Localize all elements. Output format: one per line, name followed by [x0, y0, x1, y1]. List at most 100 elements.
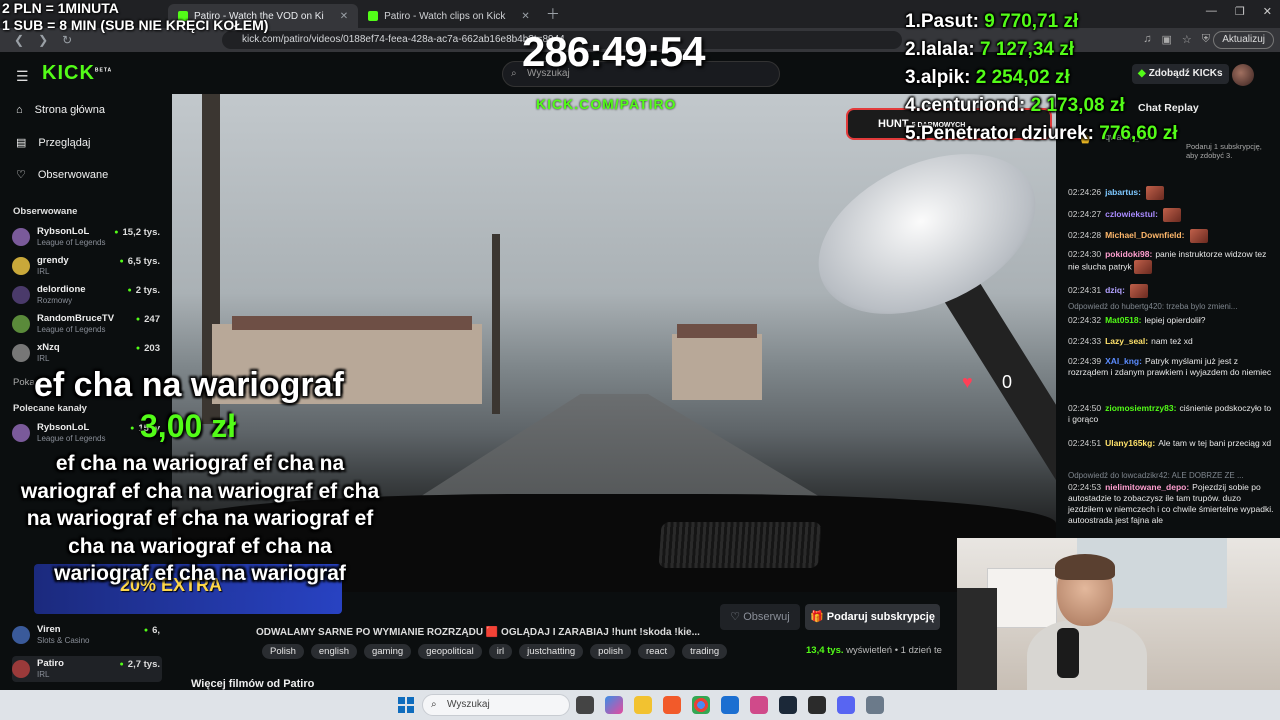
channel-item[interactable]: delordione Rozmowy 2 tys. [12, 282, 162, 308]
chat-username[interactable]: czlowiekstul: [1105, 209, 1158, 219]
cam-chair [957, 588, 997, 690]
chat-text: Ale tam w tej bani przeciąg xd [1158, 438, 1272, 448]
gift-icon: 🎁 [810, 611, 824, 623]
tag[interactable]: geopolitical [418, 644, 482, 659]
tag[interactable]: polish [590, 644, 631, 659]
avatar [12, 626, 30, 644]
chat-timestamp: 02:24:32 [1068, 315, 1102, 325]
copilot-icon[interactable] [605, 696, 623, 714]
chat-message: 02:24:27 czlowiekstul: [1068, 208, 1274, 222]
nav-label: Strona główna [34, 104, 105, 116]
update-button[interactable]: Aktualizuj [1213, 31, 1274, 49]
leaderboard-row: 4.centuriond: 2 173,08 zł [905, 92, 1177, 120]
hunt-label: HUNT [878, 118, 909, 130]
sidebar-item-following[interactable]: ♡ Obserwowane [16, 168, 109, 182]
sidebar-item-browse[interactable]: ▤ Przeglądaj [16, 136, 90, 150]
forward-icon[interactable]: ❯ [38, 33, 48, 47]
channel-item[interactable]: Viren Slots & Casino 6, [12, 622, 162, 648]
taskbar-search-input[interactable]: ⌕ Wyszukaj [422, 694, 570, 716]
tree-trunk [492, 234, 500, 414]
obs-icon[interactable] [808, 696, 826, 714]
chat-message: 02:24:53 nielimitowane_depo: Pojezdzij sob… [1068, 482, 1274, 526]
more-videos-heading: Więcej filmów od Patiro [191, 678, 315, 690]
shield-icon[interactable]: ⛨ [1202, 33, 1210, 46]
close-window-icon[interactable]: ✕ [1263, 5, 1272, 18]
explorer-icon[interactable] [634, 696, 652, 714]
chat-username[interactable]: dziq: [1105, 285, 1125, 295]
donation-leaderboard: 1.Pasut: 9 770,71 zł 2.lalala: 7 127,34 … [905, 8, 1177, 148]
discord-icon[interactable] [837, 696, 855, 714]
follow-button[interactable]: ♡ Obserwuj [720, 604, 800, 630]
chat-username[interactable]: XAI_kng: [1105, 356, 1142, 366]
home-icon: ⌂ [16, 104, 23, 116]
kick-logo[interactable]: KICKBETA [42, 62, 112, 85]
chat-username[interactable]: Ulany165kg: [1105, 438, 1155, 448]
task-view-icon[interactable] [576, 696, 594, 714]
chat-username[interactable]: Lazy_seal: [1105, 336, 1148, 346]
steam-icon[interactable] [779, 696, 797, 714]
chat-username[interactable]: Mat0518: [1105, 315, 1141, 325]
leaderboard-row: 5.Penetrator dziurek: 776,60 zł [905, 120, 1177, 148]
new-tab-button[interactable]: ＋ [546, 4, 560, 24]
channel-item[interactable]: RybsonLoL League of Legends 15,2 tys. [12, 224, 162, 250]
chrome-icon[interactable] [692, 696, 710, 714]
chat-username[interactable]: jabartus: [1105, 187, 1141, 197]
tab-label: Patiro - Watch clips on Kick [384, 10, 506, 22]
amount: 2 254,02 zł [975, 67, 1070, 88]
leaderboard-row: 2.lalala: 7 127,34 zł [905, 36, 1177, 64]
app-icon[interactable] [750, 696, 768, 714]
emote-icon [1146, 186, 1165, 200]
channel-item[interactable]: grendy IRL 6,5 tys. [12, 253, 162, 279]
chat-message: 02:24:33 Lazy_seal: nam też xd [1068, 336, 1274, 347]
maximize-icon[interactable]: ❐ [1235, 5, 1245, 18]
nav-buttons: ❮ ❯ ↻ [0, 33, 200, 47]
gift-sub-button[interactable]: 🎁 Podaruj subskrypcję [805, 604, 940, 630]
leaderboard-row: 1.Pasut: 9 770,71 zł [905, 8, 1177, 36]
kick-favicon-icon [368, 11, 379, 21]
heart-icon: ♡ [16, 169, 26, 181]
tag[interactable]: justchatting [519, 644, 584, 659]
chat-username[interactable]: pokidoki98: [1105, 249, 1152, 259]
channel-name: grendy [37, 255, 69, 266]
view-count-number: 13,4 tys. [806, 645, 844, 656]
sidebar-item-home[interactable]: ⌂ Strona główna [16, 104, 105, 116]
webcam-overlay [957, 538, 1280, 690]
nav-label: Obserwowane [37, 168, 109, 181]
emote-icon [1163, 208, 1182, 222]
close-icon[interactable]: ✕ [340, 11, 348, 22]
store-icon[interactable] [721, 696, 739, 714]
emote-icon [1134, 260, 1153, 274]
chat-timestamp: 02:24:53 [1068, 482, 1102, 492]
tag[interactable]: trading [682, 644, 728, 659]
minimize-icon[interactable]: — [1206, 5, 1217, 18]
chat-username[interactable]: ziomosiemtrzy83: [1105, 403, 1176, 413]
chat-text: nam też xd [1151, 336, 1193, 346]
windows-start-icon[interactable] [398, 697, 414, 713]
rank: 1. [905, 11, 921, 32]
tag[interactable]: irl [488, 644, 513, 659]
channel-item-selected[interactable]: Patiro IRL 2,7 tys. [12, 656, 162, 682]
menu-icon[interactable]: ☰ [16, 68, 29, 85]
channel-item[interactable]: RandomBruceTV League of Legends 247 [12, 311, 162, 337]
donor: lalala: [920, 39, 975, 60]
channel-category: League of Legends [37, 238, 106, 247]
tag[interactable]: gaming [363, 644, 412, 659]
brave-icon[interactable] [663, 696, 681, 714]
heartrate-value: 0 [1002, 372, 1013, 392]
amount: 9 770,71 zł [984, 11, 1079, 32]
tag[interactable]: Polish [262, 644, 304, 659]
calculator-icon[interactable] [866, 696, 884, 714]
back-icon[interactable]: ❮ [14, 33, 24, 47]
bookmark-icon[interactable]: ☆ [1182, 33, 1192, 46]
tab-clips[interactable]: Patiro - Watch clips on Kick ✕ [358, 4, 540, 28]
close-icon[interactable]: ✕ [521, 11, 529, 22]
chat-message: 02:24:28 Michael_Downfield: [1068, 229, 1274, 243]
avatar[interactable] [1232, 64, 1254, 86]
chat-username[interactable]: nielimitowane_depo: [1105, 482, 1189, 492]
viewer-count: 15,2 tys. [114, 227, 161, 238]
reload-icon[interactable]: ↻ [62, 33, 72, 47]
tag[interactable]: english [310, 644, 357, 659]
tag[interactable]: react [637, 644, 676, 659]
chat-username[interactable]: Michael_Downfield: [1105, 230, 1184, 240]
channel-item[interactable]: xNzq IRL 203 [12, 340, 162, 366]
